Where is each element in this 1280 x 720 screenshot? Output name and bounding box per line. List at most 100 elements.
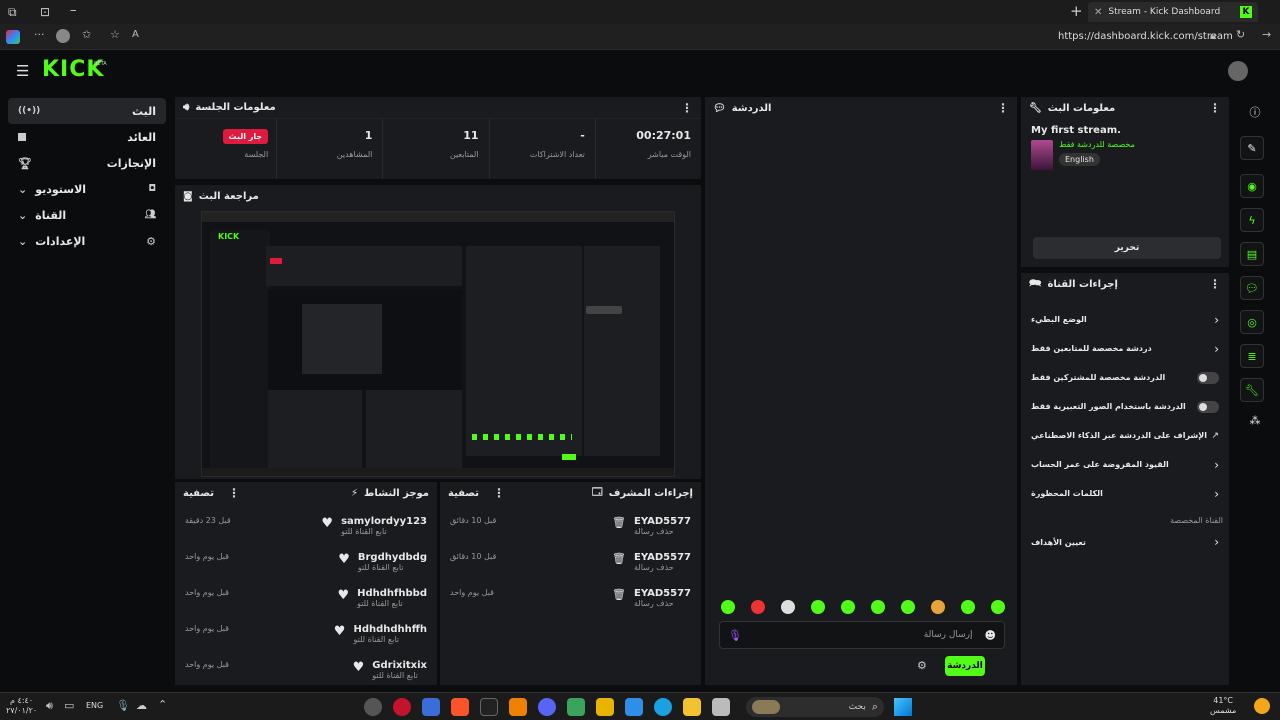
sidebar-item-revenue[interactable]: العائد (8, 124, 166, 150)
profile-icon[interactable] (56, 29, 70, 43)
emote-icon[interactable] (721, 600, 735, 614)
more-options-icon[interactable]: ⋮ (1209, 277, 1221, 291)
app-icon[interactable] (625, 698, 643, 716)
emotes-only-toggle[interactable] (1197, 400, 1219, 413)
clock[interactable]: ٤:٤٠ م ٢٧/٠١/٢٠ (6, 696, 37, 716)
user-avatar[interactable] (1228, 61, 1248, 81)
chat-input[interactable]: 🎙︎ ☻ إرسال رسالة (719, 621, 1005, 649)
menu-icon[interactable]: ☰ (16, 62, 29, 80)
action-banned-words[interactable]: الكلمات المحظورة › (1021, 479, 1229, 508)
sidebar-item-achievements[interactable]: الإنجازات 🏆︎ (8, 150, 166, 176)
copilot-icon[interactable] (6, 30, 20, 44)
tab-actions-icon[interactable]: ⊡ (40, 5, 50, 19)
search-box[interactable]: ⌕ بحث (746, 697, 884, 717)
language-indicator[interactable]: ENG (86, 701, 103, 710)
app-icon[interactable] (480, 698, 498, 716)
microphone-icon[interactable]: 🎙︎ (116, 699, 130, 712)
action-label: دردشة مخصصة للمتابعين فقط (1031, 344, 1152, 353)
emote-icon[interactable] (991, 600, 1005, 614)
app-icon[interactable] (393, 698, 411, 716)
sidebar-item-studio[interactable]: ◘ الاستوديو ⌄ (8, 176, 166, 202)
category-link[interactable]: مخصصة للدردشة فقط (1059, 140, 1135, 149)
broadcast-icon[interactable]: ◎ (1240, 310, 1264, 334)
refresh-icon[interactable]: ↻ (1236, 28, 1245, 41)
filter-button[interactable]: تصفية (448, 488, 479, 499)
more-options-icon[interactable]: ⋮ (681, 101, 693, 115)
emote-icon[interactable] (841, 600, 855, 614)
sidebar-item-settings[interactable]: ⚙ الإعدادات ⌄ (8, 228, 166, 254)
action-account-age[interactable]: القيود المفروضة على عمر الحساب › (1021, 450, 1229, 479)
url-field[interactable]: https://dashboard.kick.com/stream (1058, 31, 1233, 42)
emote-icon[interactable] (961, 600, 975, 614)
action-set-goals[interactable]: تعيين الأهداف › (1021, 525, 1229, 559)
list-item: 🗑︎ EYAD5577 حذف رسالة قبل 10 دقائق (450, 552, 691, 588)
battery-icon[interactable]: ▭ (64, 699, 74, 712)
more-options-icon[interactable]: ⋮ (1209, 101, 1221, 115)
chevron-right-icon: › (1214, 312, 1219, 327)
taskbar: ٤:٤٠ م ٢٧/٠١/٢٠ 🔊︎ ▭ ENG 🎙︎ ☁︎ ⌃ ⌕ بحث 41… (0, 692, 1280, 720)
chat-settings-icon[interactable]: ⚙ (917, 659, 927, 672)
emote-icon[interactable] (781, 600, 795, 614)
chat-icon[interactable]: 💬︎ (1240, 276, 1264, 300)
browser-tab[interactable]: ✕ Stream - Kick Dashboard K (1088, 2, 1258, 22)
action-followers-only[interactable]: دردشة مخصصة للمتابعين فقط › (1021, 334, 1229, 363)
window-restore-icon[interactable]: ⧉ (8, 5, 17, 20)
emote-icon[interactable] (811, 600, 825, 614)
favorites-icon[interactable]: ✩ (82, 28, 91, 41)
cloud-icon[interactable]: ☁︎ (136, 699, 147, 712)
stream-preview-video[interactable]: KICK (201, 211, 675, 477)
wrench-icon[interactable]: 🔧︎ (1240, 378, 1264, 402)
more-icon[interactable]: ··· (34, 28, 45, 41)
search-label: بحث (848, 702, 866, 712)
folder-icon[interactable] (683, 698, 701, 716)
star-icon[interactable]: ☆ (110, 28, 120, 41)
camera-icon[interactable]: ◉ (1240, 174, 1264, 198)
more-options-icon[interactable]: ⋮ (228, 486, 240, 500)
emote-icon[interactable] (871, 600, 885, 614)
mod-icon[interactable]: ≣ (1240, 344, 1264, 368)
info-icon[interactable]: ⓘ (1240, 100, 1270, 124)
emote-icon[interactable] (901, 600, 915, 614)
brave-icon[interactable] (451, 698, 469, 716)
edit-button[interactable]: تحرير (1033, 237, 1221, 259)
minimize-icon[interactable]: – (70, 3, 77, 18)
edit-icon[interactable]: ✎ (1240, 136, 1264, 160)
app-icon[interactable] (712, 698, 730, 716)
discord-icon[interactable] (538, 698, 556, 716)
action-slow-mode[interactable]: الوضع البطيء › (1021, 305, 1229, 334)
windows-start-icon[interactable] (894, 698, 912, 716)
more-options-icon[interactable]: ⋮ (493, 486, 505, 500)
chevron-up-icon[interactable]: ⌃ (158, 698, 167, 711)
subscribers-only-toggle[interactable] (1197, 371, 1219, 384)
sidebar-item-channel[interactable]: 👥︎ القناة ⌄ (8, 202, 166, 228)
emoji-icon[interactable]: ☻ (985, 629, 996, 642)
emote-icon[interactable] (751, 600, 765, 614)
item-name: Hdhdhdhhffh (353, 624, 427, 635)
add-widget-icon[interactable]: ⁂ (1240, 410, 1270, 430)
edge-icon[interactable] (654, 698, 672, 716)
stat-label: الجلسة (244, 150, 269, 159)
weather-widget[interactable]: 41°C مشمس (1210, 696, 1236, 716)
more-options-icon[interactable]: ⋮ (997, 101, 1009, 115)
read-aloud-icon[interactable]: A (132, 29, 139, 40)
app-icon[interactable] (596, 698, 614, 716)
send-chat-button[interactable]: الدردشة (945, 656, 985, 676)
app-icon[interactable] (509, 698, 527, 716)
microphone-icon[interactable]: 🎙︎ (728, 629, 742, 642)
item-name: EYAD5577 (634, 588, 691, 599)
category-thumbnail[interactable] (1031, 140, 1053, 170)
document-icon[interactable]: ▤ (1240, 242, 1264, 266)
speaker-icon[interactable]: 🔊︎ (46, 699, 53, 713)
new-tab-icon[interactable]: + (1070, 2, 1083, 20)
back-icon[interactable]: → (1262, 28, 1271, 41)
emote-icon[interactable] (931, 600, 945, 614)
app-icon[interactable] (422, 698, 440, 716)
sidebar-item-stream[interactable]: البث ((•)) (8, 98, 166, 124)
app-icon[interactable] (364, 698, 382, 716)
action-ai-moderation[interactable]: الإشراف على الدردشة عبر الذكاء الاصطناعي… (1021, 421, 1229, 450)
item-time: قبل 23 دقيقة (185, 516, 231, 525)
close-tab-icon[interactable]: ✕ (1094, 7, 1102, 18)
lightning-icon[interactable]: ϟ (1240, 208, 1264, 232)
app-icon[interactable] (567, 698, 585, 716)
filter-button[interactable]: تصفية (183, 488, 214, 499)
